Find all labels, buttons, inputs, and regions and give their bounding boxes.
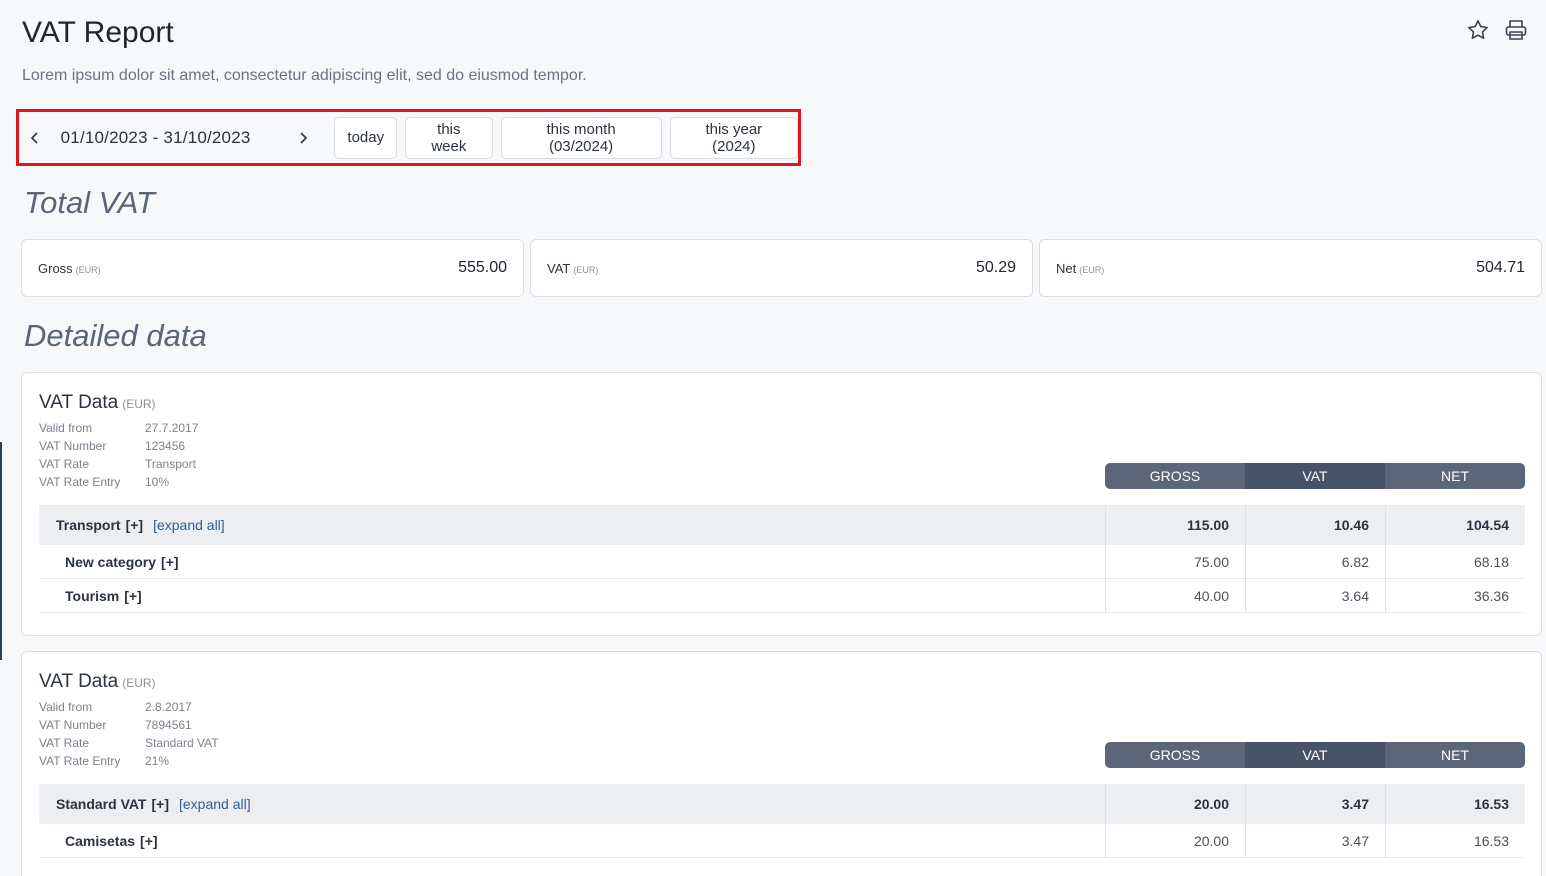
date-filter-bar: 01/10/2023 - 31/10/2023 today this week …	[16, 109, 801, 166]
date-range-display[interactable]: 01/10/2023 - 31/10/2023	[61, 128, 273, 148]
total-net-label: Net	[1056, 260, 1077, 276]
vat-data-unit: (EUR)	[122, 676, 156, 690]
meta-value: 2.8.2017	[145, 700, 192, 714]
cell-gross: 75.00	[1105, 545, 1245, 578]
row-name: Tourism	[65, 587, 120, 604]
row-name: Camisetas	[65, 832, 136, 849]
cell-vat: 3.47	[1245, 824, 1385, 857]
cell-vat: 6.82	[1245, 545, 1385, 578]
expand-row-button[interactable]: [+]	[140, 833, 158, 849]
page: VAT Report Lorem ipsum dolor sit amet, c…	[0, 0, 1546, 876]
cell-vat: 3.64	[1245, 579, 1385, 612]
meta-value: Transport	[145, 457, 196, 471]
meta-key: VAT Rate Entry	[39, 475, 121, 489]
cell-vat: 3.47	[1245, 784, 1385, 824]
today-button[interactable]: today	[334, 116, 398, 159]
vat-data-card: VAT Data (EUR) Valid from 2.8.2017 VAT Num…	[21, 651, 1542, 876]
meta-value: 10%	[145, 475, 170, 489]
table-row-main: Transport [+] [expand all] 115.00 10.46 10…	[39, 505, 1525, 545]
vat-data-title: VAT Data	[39, 671, 119, 692]
table-row: Tourism [+] 40.00 3.64 36.36	[39, 579, 1525, 613]
chevron-right-icon	[300, 131, 307, 144]
total-vat-label: VAT	[547, 260, 571, 276]
meta-key: Valid from	[39, 421, 93, 435]
column-vat: VAT	[1245, 463, 1385, 489]
cell-net: 16.53	[1385, 784, 1525, 824]
vat-meta: Valid from 2.8.2017 VAT Number 7894561 VAT…	[39, 698, 219, 770]
row-name: Transport	[56, 517, 121, 533]
meta-value: 7894561	[145, 718, 192, 732]
star-icon[interactable]	[1466, 18, 1490, 42]
column-header: GROSS VAT NET	[1105, 463, 1525, 489]
meta-key: VAT Rate	[39, 736, 90, 750]
column-vat: VAT	[1245, 742, 1385, 768]
chevron-left-icon	[30, 131, 38, 144]
vat-data-title: VAT Data	[39, 392, 119, 413]
meta-key: VAT Number	[39, 718, 107, 732]
table-row-main: Standard VAT [+] [expand all] 20.00 3.47 1…	[39, 784, 1525, 824]
cell-vat: 10.46	[1245, 505, 1385, 545]
totals-row: Gross (EUR) 555.00 VAT (EUR) 50.29 Net (EUR…	[21, 239, 1542, 297]
this-year-button[interactable]: this year (2024)	[669, 116, 798, 159]
total-net-unit: (EUR)	[1079, 264, 1105, 275]
cell-gross: 20.00	[1105, 784, 1245, 824]
this-month-button[interactable]: this month (03/2024)	[500, 116, 662, 159]
cell-net: 68.18	[1385, 545, 1525, 578]
row-name: New category	[65, 553, 157, 570]
cell-gross: 20.00	[1105, 824, 1245, 857]
vat-table: Transport [+] [expand all] 115.00 10.46 10…	[39, 505, 1525, 613]
table-row: New category [+] 75.00 6.82 68.18	[39, 545, 1525, 579]
section-title-total: Total VAT	[24, 185, 155, 220]
cell-net: 16.53	[1385, 824, 1525, 857]
page-subtitle: Lorem ipsum dolor sit amet, consectetur …	[22, 67, 587, 84]
meta-key: VAT Rate	[39, 457, 90, 471]
meta-key: Valid from	[39, 700, 93, 714]
meta-value: 21%	[145, 754, 170, 768]
cell-gross: 40.00	[1105, 579, 1245, 612]
this-week-button[interactable]: this week	[405, 116, 493, 159]
expand-row-button[interactable]: [+]	[124, 588, 142, 604]
left-rule	[0, 442, 2, 660]
meta-value: 27.7.2017	[145, 421, 199, 435]
page-title: VAT Report	[22, 16, 174, 49]
cell-gross: 115.00	[1105, 505, 1245, 545]
total-gross-value: 555.00	[458, 259, 507, 276]
column-gross: GROSS	[1105, 742, 1245, 768]
total-gross-label: Gross	[38, 260, 73, 276]
meta-value: Standard VAT	[145, 736, 219, 750]
column-gross: GROSS	[1105, 463, 1245, 489]
total-vat-card: VAT (EUR) 50.29	[530, 239, 1033, 297]
total-vat-unit: (EUR)	[573, 264, 599, 275]
prev-period-button[interactable]	[25, 128, 45, 148]
vat-data-card: VAT Data (EUR) Valid from 27.7.2017 VAT Nu…	[21, 372, 1542, 636]
total-vat-value: 50.29	[975, 259, 1016, 276]
expand-all-link[interactable]: [expand all]	[153, 517, 225, 533]
total-gross-card: Gross (EUR) 555.00	[21, 239, 524, 297]
meta-key: VAT Number	[39, 439, 107, 453]
total-gross-unit: (EUR)	[75, 264, 101, 275]
vat-meta: Valid from 27.7.2017 VAT Number 123456 VAT…	[39, 419, 198, 491]
column-net: NET	[1385, 463, 1525, 489]
vat-table: Standard VAT [+] [expand all] 20.00 3.47 1…	[39, 784, 1525, 858]
total-net-card: Net (EUR) 504.71	[1039, 239, 1542, 297]
row-name: Standard VAT	[56, 796, 147, 812]
expand-all-link[interactable]: [expand all]	[179, 796, 251, 812]
column-net: NET	[1385, 742, 1525, 768]
header-actions	[1466, 18, 1528, 42]
expand-row-button[interactable]: [+]	[161, 554, 179, 570]
column-header: GROSS VAT NET	[1105, 742, 1525, 768]
vat-data-unit: (EUR)	[122, 397, 156, 411]
cell-net: 36.36	[1385, 579, 1525, 612]
cell-net: 104.54	[1385, 505, 1525, 545]
meta-key: VAT Rate Entry	[39, 754, 121, 768]
meta-value: 123456	[145, 439, 186, 453]
expand-row-button[interactable]: [+]	[152, 796, 170, 812]
table-row: Camisetas [+] 20.00 3.47 16.53	[39, 824, 1525, 858]
total-net-value: 504.71	[1476, 259, 1525, 276]
printer-icon[interactable]	[1504, 18, 1528, 42]
section-title-detailed: Detailed data	[24, 318, 207, 353]
next-period-button[interactable]	[293, 128, 313, 148]
expand-row-button[interactable]: [+]	[126, 517, 144, 533]
